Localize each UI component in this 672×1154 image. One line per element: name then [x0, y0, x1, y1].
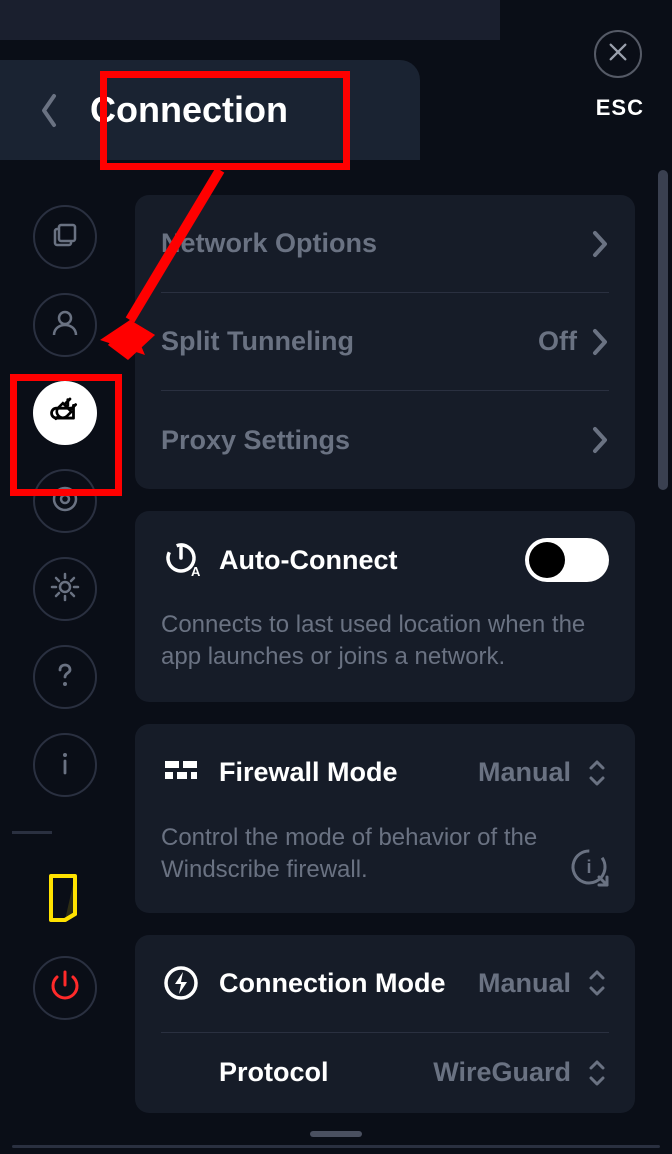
- toggle-knob: [529, 542, 565, 578]
- sidebar: [30, 205, 100, 1020]
- bottom-border: [12, 1145, 660, 1148]
- page-header: Connection: [0, 60, 420, 160]
- person-icon: [49, 307, 81, 344]
- layers-icon: [49, 219, 81, 256]
- sidebar-item-general[interactable]: [33, 205, 97, 269]
- target-icon: [49, 483, 81, 520]
- svg-text:i: i: [586, 857, 591, 877]
- protocol-label: Protocol: [219, 1057, 329, 1088]
- auto-connect-toggle[interactable]: [525, 538, 609, 582]
- updown-icon: [585, 758, 609, 788]
- chevron-right-icon: [591, 328, 609, 356]
- firewall-icon: [161, 753, 201, 793]
- card-icon: [45, 872, 85, 929]
- card-network: Network Options Split Tunneling Off Prox…: [135, 195, 635, 489]
- question-icon: [49, 659, 81, 696]
- chevron-right-icon: [591, 230, 609, 258]
- sidebar-item-settings[interactable]: [33, 557, 97, 621]
- card-auto-connect: A Auto-Connect Connects to last used loc…: [135, 511, 635, 702]
- updown-icon: [585, 968, 609, 998]
- split-tunneling-value: Off: [538, 326, 577, 357]
- network-options-label: Network Options: [161, 228, 377, 259]
- card-firewall-mode: Firewall Mode Manual Control the mode of…: [135, 724, 635, 913]
- svg-text:A: A: [191, 564, 201, 579]
- window-drag-handle[interactable]: [310, 1131, 362, 1137]
- sidebar-divider: [12, 831, 52, 834]
- card-connection-mode: Connection Mode Manual Protocol WireGuar…: [135, 935, 635, 1113]
- connection-mode-label: Connection Mode: [219, 968, 445, 999]
- power-icon: [48, 969, 82, 1008]
- proxy-settings-label: Proxy Settings: [161, 425, 350, 456]
- sidebar-item-robert[interactable]: [33, 469, 97, 533]
- scrollbar[interactable]: [658, 170, 668, 490]
- back-button[interactable]: [40, 93, 60, 128]
- protocol-value: WireGuard: [433, 1057, 571, 1088]
- firewall-mode-value: Manual: [478, 757, 571, 788]
- row-split-tunneling[interactable]: Split Tunneling Off: [161, 293, 609, 391]
- row-network-options[interactable]: Network Options: [161, 195, 609, 293]
- sidebar-item-account[interactable]: [33, 293, 97, 357]
- sidebar-item-about[interactable]: [33, 733, 97, 797]
- info-icon: [49, 747, 81, 784]
- window-tab-bg: [0, 0, 500, 40]
- page-title: Connection: [90, 89, 288, 131]
- firewall-description: Control the mode of behavior of the Wind…: [161, 822, 569, 887]
- esc-label: ESC: [596, 95, 644, 121]
- sidebar-item-logout-card[interactable]: [33, 868, 97, 932]
- sidebar-item-connection[interactable]: [33, 381, 97, 445]
- gear-icon: [49, 571, 81, 608]
- row-proxy-settings[interactable]: Proxy Settings: [161, 391, 609, 489]
- row-connection-mode[interactable]: Connection Mode Manual: [161, 935, 609, 1033]
- row-protocol[interactable]: Protocol WireGuard: [161, 1033, 609, 1113]
- auto-connect-label: Auto-Connect: [219, 545, 397, 576]
- settings-panel: Network Options Split Tunneling Off Prox…: [135, 195, 645, 1125]
- auto-connect-icon: A: [161, 540, 201, 580]
- row-firewall-mode[interactable]: Firewall Mode Manual: [161, 724, 609, 822]
- split-tunneling-label: Split Tunneling: [161, 326, 354, 357]
- close-button[interactable]: [594, 30, 642, 78]
- close-icon: [607, 41, 629, 68]
- row-auto-connect: A Auto-Connect: [161, 511, 609, 609]
- auto-connect-description: Connects to last used location when the …: [161, 609, 609, 702]
- connection-mode-icon: [161, 963, 201, 1003]
- connection-mode-value: Manual: [478, 968, 571, 999]
- sidebar-item-help[interactable]: [33, 645, 97, 709]
- firewall-mode-label: Firewall Mode: [219, 757, 398, 788]
- firewall-info-link[interactable]: i: [569, 847, 609, 887]
- plug-icon: [49, 395, 81, 432]
- sidebar-item-quit[interactable]: [33, 956, 97, 1020]
- chevron-right-icon: [591, 426, 609, 454]
- updown-icon: [585, 1058, 609, 1088]
